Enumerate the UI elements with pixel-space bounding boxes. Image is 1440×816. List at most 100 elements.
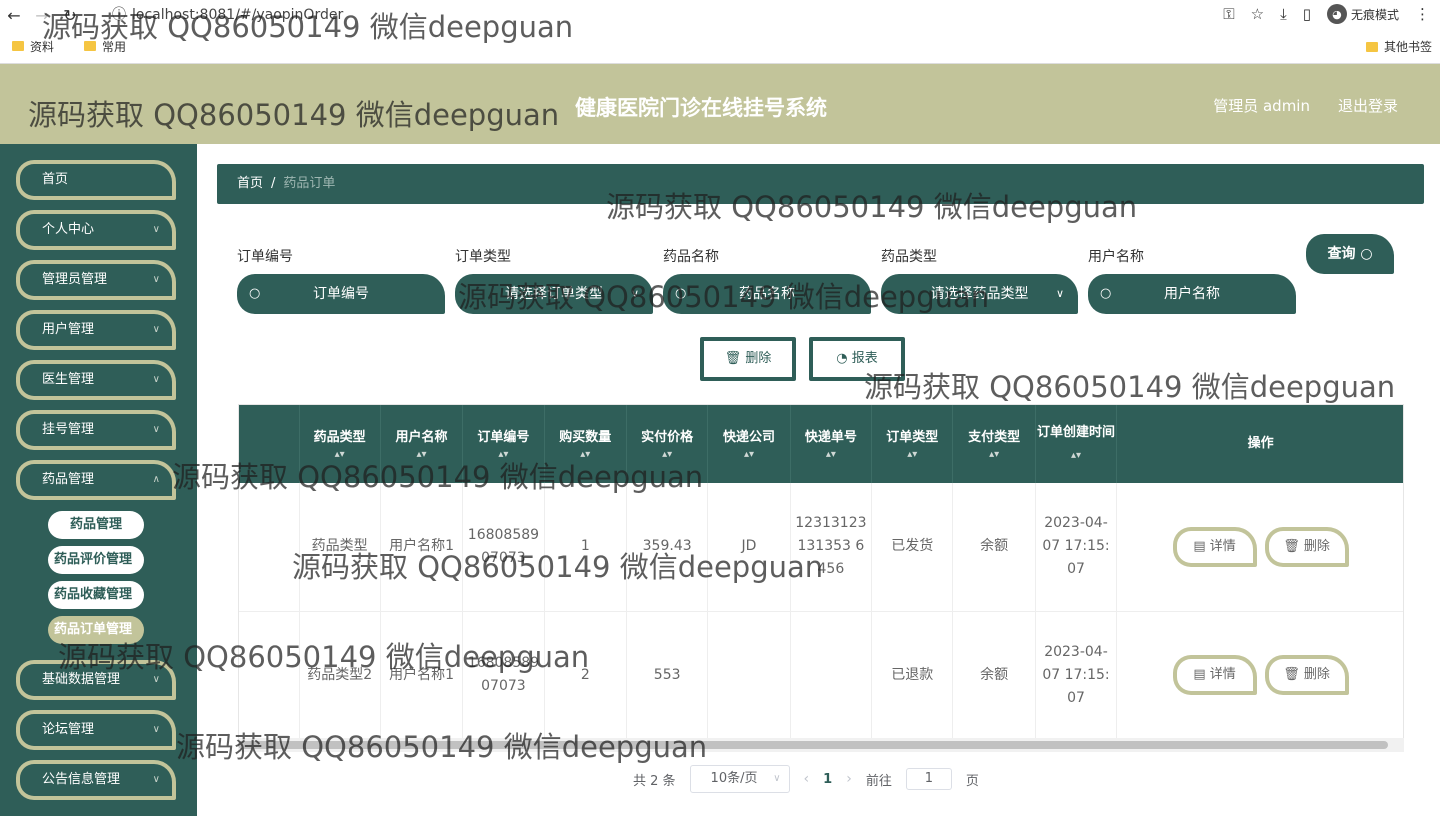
- column-title: 订单类型: [886, 430, 939, 445]
- browser-actions: ⚿ ☆ ⤓ ▯ ◕ 无痕模式 ⋮: [1223, 4, 1430, 24]
- forward-icon[interactable]: →: [28, 6, 56, 25]
- sidebar-item-profile[interactable]: 个人中心 ∨: [16, 210, 176, 250]
- bookmark-label: 常用: [102, 39, 127, 54]
- table-cell: 药品类型: [299, 483, 381, 612]
- batch-delete-button[interactable]: 🗑 删除: [700, 337, 796, 381]
- sort-icon[interactable]: ▴▾: [381, 449, 462, 461]
- reload-icon[interactable]: ↻: [56, 6, 84, 25]
- column-header[interactable]: 购买数量 ▴▾: [544, 405, 627, 483]
- prev-page-icon[interactable]: ‹: [804, 771, 810, 787]
- column-header[interactable]: 支付类型 ▴▾: [952, 405, 1036, 483]
- bookmark-folder[interactable]: 资料: [12, 38, 54, 55]
- sort-icon[interactable]: ▴▾: [953, 449, 1034, 461]
- report-button[interactable]: ◔ 报表: [809, 337, 905, 381]
- sidebar-item-announcements[interactable]: 公告信息管理 ∨: [16, 760, 176, 800]
- sidebar-subitem-drug-manage[interactable]: 药品管理: [48, 511, 144, 539]
- column-header[interactable]: 订单编号 ▴▾: [462, 405, 545, 483]
- table-cell: 1680858907073: [462, 483, 545, 612]
- row-select-cell[interactable]: [239, 611, 300, 740]
- site-info-icon[interactable]: ⓘ: [112, 7, 126, 23]
- sidebar-item-label: 基础数据管理: [42, 672, 121, 687]
- sidepanel-icon[interactable]: ▯: [1303, 5, 1311, 23]
- sort-icon[interactable]: ▴▾: [545, 449, 626, 461]
- incognito-label: 无痕模式: [1350, 7, 1399, 22]
- incognito-badge[interactable]: ◕ 无痕模式: [1326, 4, 1399, 24]
- scrollbar-thumb[interactable]: [238, 741, 1388, 749]
- chevron-down-icon: ∨: [152, 724, 160, 735]
- logout-link[interactable]: 退出登录: [1338, 95, 1398, 116]
- row-delete-button[interactable]: 🗑 删除: [1264, 526, 1349, 567]
- column-header[interactable]: 实付价格 ▴▾: [626, 405, 709, 483]
- column-title: 快递公司: [723, 430, 776, 445]
- next-page-icon[interactable]: ›: [846, 771, 852, 787]
- drug-name-placeholder: 药品名称: [739, 286, 795, 302]
- sidebar-subitem-drug-reviews[interactable]: 药品评价管理: [48, 546, 144, 574]
- detail-button[interactable]: ▤ 详情: [1172, 655, 1257, 695]
- sidebar-item-home[interactable]: 首页: [16, 160, 176, 200]
- column-header[interactable]: 订单创建时间 ▴▾: [1035, 405, 1118, 483]
- sort-icon[interactable]: ▴▾: [872, 449, 952, 461]
- sidebar-item-admins[interactable]: 管理员管理 ∨: [16, 260, 176, 300]
- sidebar-item-forum[interactable]: 论坛管理 ∨: [16, 710, 176, 750]
- column-header[interactable]: 订单类型 ▴▾: [871, 405, 954, 483]
- other-bookmarks[interactable]: 其他书签: [1365, 38, 1432, 55]
- table-cell: 1680858907073: [462, 611, 545, 740]
- sidebar-subitem-drug-favorites[interactable]: 药品收藏管理: [48, 581, 144, 609]
- breadcrumb: 首页 / 药品订单: [217, 164, 1424, 204]
- download-icon[interactable]: ⤓: [1280, 5, 1287, 23]
- sidebar-subitem-drug-orders[interactable]: 药品订单管理: [48, 616, 144, 644]
- column-header[interactable]: 快递单号 ▴▾: [790, 405, 873, 483]
- address-bar[interactable]: ⓘ localhost:8081/#/yaopinOrder: [112, 4, 343, 24]
- breadcrumb-home[interactable]: 首页: [237, 176, 263, 191]
- sort-icon[interactable]: ▴▾: [463, 449, 543, 461]
- query-button-label: 查询: [1327, 246, 1356, 262]
- page-number[interactable]: 1: [823, 772, 832, 787]
- sidebar-item-drugs[interactable]: 药品管理 ∧: [16, 460, 176, 500]
- horizontal-scrollbar[interactable]: [238, 738, 1404, 752]
- column-header[interactable]: 快递公司 ▴▾: [707, 405, 791, 483]
- sort-icon[interactable]: ▴▾: [708, 449, 789, 461]
- sidebar-item-users[interactable]: 用户管理 ∨: [16, 310, 176, 350]
- drug-type-select[interactable]: 请选择药品类型 ∨: [881, 274, 1078, 314]
- chevron-down-icon: ∨: [1055, 287, 1064, 300]
- breadcrumb-current: 药品订单: [283, 176, 336, 191]
- sidebar-item-label: 论坛管理: [42, 722, 95, 737]
- goto-suffix: 页: [965, 773, 979, 789]
- chevron-down-icon: ∨: [152, 274, 160, 285]
- row-select-cell[interactable]: [239, 483, 300, 612]
- menu-icon[interactable]: ⋮: [1415, 5, 1430, 23]
- sort-icon[interactable]: ▴▾: [1071, 450, 1081, 461]
- search-icon: ○: [675, 286, 687, 301]
- column-header[interactable]: 用户名称 ▴▾: [380, 405, 464, 483]
- key-icon[interactable]: ⚿: [1223, 5, 1234, 23]
- drug-name-input[interactable]: ○ 药品名称: [663, 274, 871, 314]
- order-no-input[interactable]: ○ 订单编号: [237, 274, 445, 314]
- chevron-down-icon: ∨: [152, 674, 160, 685]
- table-cell: 用户名称1: [380, 483, 464, 612]
- user-name-input[interactable]: ○ 用户名称: [1088, 274, 1296, 314]
- chevron-down-icon: ∨: [152, 424, 160, 435]
- star-icon[interactable]: ☆: [1251, 5, 1264, 23]
- user-name-placeholder: 用户名称: [1164, 286, 1220, 302]
- trash-icon: 🗑: [1283, 667, 1300, 682]
- sidebar-item-label: 医生管理: [42, 372, 95, 387]
- sidebar-item-doctors[interactable]: 医生管理 ∨: [16, 360, 176, 400]
- app-header: 健康医院门诊在线挂号系统 管理员 admin 退出登录: [0, 64, 1440, 144]
- sidebar-item-registrations[interactable]: 挂号管理 ∨: [16, 410, 176, 450]
- select-column-header[interactable]: [239, 405, 300, 483]
- table-cell: [790, 611, 873, 740]
- sort-icon[interactable]: ▴▾: [791, 449, 871, 461]
- row-delete-button[interactable]: 🗑 删除: [1264, 655, 1349, 695]
- sort-icon[interactable]: ▴▾: [300, 449, 380, 461]
- page-size-select[interactable]: 10条/页 ∨: [689, 765, 790, 793]
- order-type-select[interactable]: 请选择订单类型 ∨: [455, 274, 653, 314]
- column-header[interactable]: 药品类型 ▴▾: [299, 405, 381, 483]
- bookmark-folder[interactable]: 常用: [84, 38, 126, 55]
- url-text: localhost:8081/#/yaopinOrder: [132, 7, 344, 23]
- sidebar-item-basic-data[interactable]: 基础数据管理 ∨: [16, 660, 176, 700]
- back-icon[interactable]: ←: [0, 6, 28, 25]
- sort-icon[interactable]: ▴▾: [627, 449, 707, 461]
- goto-page-input[interactable]: 1: [905, 768, 952, 790]
- detail-button[interactable]: ▤ 详情: [1172, 526, 1257, 567]
- query-button[interactable]: 查询 ○: [1306, 234, 1394, 274]
